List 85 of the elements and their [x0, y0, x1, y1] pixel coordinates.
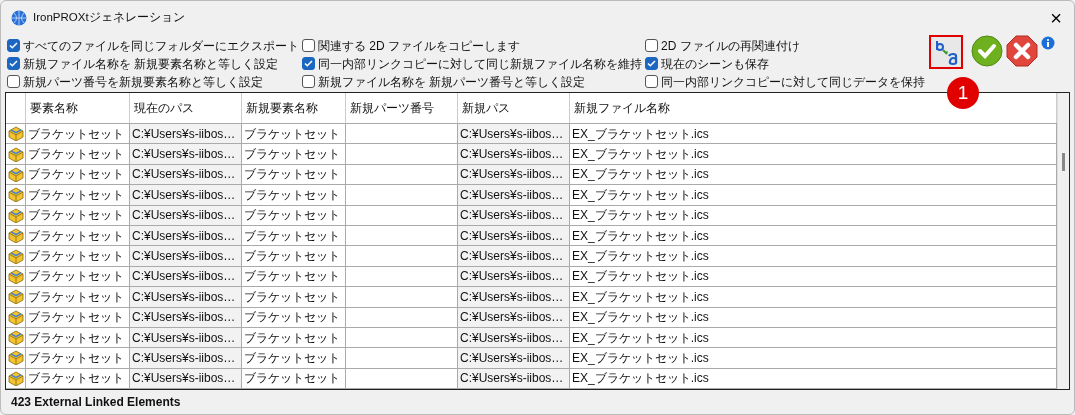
table-cell: C:¥Users¥s-iibos…: [130, 144, 242, 164]
checkbox[interactable]: [7, 57, 20, 70]
table-cell: C:¥Users¥s-iibos…: [458, 205, 570, 225]
table-cell: C:¥Users¥s-iibos…: [458, 246, 570, 266]
column-header[interactable]: 新規パス: [458, 93, 570, 123]
table-cell: C:¥Users¥s-iibos…: [130, 124, 242, 144]
checkbox[interactable]: [7, 39, 20, 52]
table-cell: C:¥Users¥s-iibos…: [458, 307, 570, 327]
rename-button[interactable]: [929, 35, 963, 69]
table-cell: ブラケットセット: [242, 368, 346, 389]
status-text: 423 External Linked Elements: [11, 394, 181, 411]
table-cell: C:¥Users¥s-iibos…: [458, 266, 570, 287]
part-icon: [7, 146, 24, 162]
close-button[interactable]: ×: [1046, 7, 1066, 28]
checkbox-label: 現在のシーンも保存: [661, 55, 769, 73]
table-cell: C:¥Users¥s-iibos…: [130, 348, 242, 368]
table-cell: ブラケットセット: [242, 348, 346, 368]
table-cell: C:¥Users¥s-iibos…: [130, 225, 242, 246]
confirm-button[interactable]: [971, 35, 1003, 67]
table-cell: C:¥Users¥s-iibos…: [130, 307, 242, 327]
window-title: IronPROXtジェネレーション: [33, 9, 186, 25]
globe-icon: [11, 9, 27, 26]
checkbox-label: 同一内部リンクコピーに対して同じ新規ファイル名称を維持: [318, 55, 642, 73]
part-icon: [7, 228, 24, 244]
checkbox-label: 同一内部リンクコピーに対して同じデータを保持: [661, 73, 925, 91]
checkbox-label: すべてのファイルを同じフォルダーにエクスポート: [23, 37, 299, 55]
table-cell: C:¥Users¥s-iibos…: [458, 164, 570, 185]
checkbox[interactable]: [302, 75, 315, 88]
checkbox[interactable]: [645, 75, 658, 88]
table-cell: C:¥Users¥s-iibos…: [130, 185, 242, 205]
table-cell: C:¥Users¥s-iibos…: [130, 205, 242, 225]
checkbox-label: 新規パーツ番号を新規要素名称と等しく設定: [23, 73, 263, 91]
table-cell: C:¥Users¥s-iibos…: [130, 368, 242, 389]
part-icon: [7, 187, 24, 203]
table-cell: ブラケットセット: [242, 287, 346, 307]
table-cell: C:¥Users¥s-iibos…: [458, 124, 570, 144]
table-cell: ブラケットセット: [242, 225, 346, 246]
table-cell: ブラケットセット: [242, 246, 346, 266]
part-icon: [7, 126, 24, 142]
callout-badge: 1: [947, 77, 979, 109]
table-cell: ブラケットセット: [242, 307, 346, 327]
checkbox-label: 2D ファイルの再関連付け: [661, 37, 800, 55]
table-cell: C:¥Users¥s-iibos…: [458, 225, 570, 246]
checkbox-label: 新規ファイル名称を 新規要素名称と等しく設定: [23, 55, 279, 73]
column-header[interactable]: 現在のパス: [130, 93, 242, 123]
table-cell: C:¥Users¥s-iibos…: [458, 144, 570, 164]
checkbox-label: 新規ファイル名称を 新規パーツ番号と等しく設定: [318, 73, 586, 91]
table-cell: C:¥Users¥s-iibos…: [130, 246, 242, 266]
table-cell: C:¥Users¥s-iibos…: [458, 327, 570, 348]
table-cell: ブラケットセット: [242, 124, 346, 144]
part-icon: [7, 309, 24, 325]
table-cell: ブラケットセット: [242, 327, 346, 348]
table-cell: C:¥Users¥s-iibos…: [458, 287, 570, 307]
part-icon: [7, 370, 24, 386]
part-icon: [7, 207, 24, 223]
scrollbar[interactable]: [1057, 93, 1069, 389]
part-icon: [7, 268, 24, 284]
part-icon: [7, 350, 24, 366]
checkbox[interactable]: [302, 57, 315, 70]
part-icon: [7, 330, 24, 346]
column-header[interactable]: 要素名称: [26, 93, 130, 123]
table-cell: C:¥Users¥s-iibos…: [458, 185, 570, 205]
info-icon[interactable]: [1041, 34, 1055, 51]
table-cell: ブラケットセット: [242, 144, 346, 164]
checkbox[interactable]: [645, 39, 658, 52]
table-cell: ブラケットセット: [242, 185, 346, 205]
table-cell: C:¥Users¥s-iibos…: [130, 327, 242, 348]
table-cell: ブラケットセット: [242, 164, 346, 185]
checkbox[interactable]: [7, 75, 20, 88]
part-icon: [7, 248, 24, 264]
table-cell: C:¥Users¥s-iibos…: [130, 266, 242, 287]
checkbox-label: 関連する 2D ファイルをコピーします: [318, 37, 520, 55]
checkbox[interactable]: [302, 39, 315, 52]
part-icon: [7, 166, 24, 182]
column-header[interactable]: 新規パーツ番号: [346, 93, 458, 123]
table-cell: ブラケットセット: [242, 205, 346, 225]
table-cell: C:¥Users¥s-iibos…: [130, 287, 242, 307]
cancel-button[interactable]: [1006, 35, 1038, 67]
checkbox[interactable]: [645, 57, 658, 70]
table-cell: C:¥Users¥s-iibos…: [458, 348, 570, 368]
table-cell: ブラケットセット: [242, 266, 346, 287]
table-cell: C:¥Users¥s-iibos…: [130, 164, 242, 185]
column-header[interactable]: 新規要素名称: [242, 93, 346, 123]
table-cell: C:¥Users¥s-iibos…: [458, 368, 570, 389]
part-icon: [7, 289, 24, 305]
